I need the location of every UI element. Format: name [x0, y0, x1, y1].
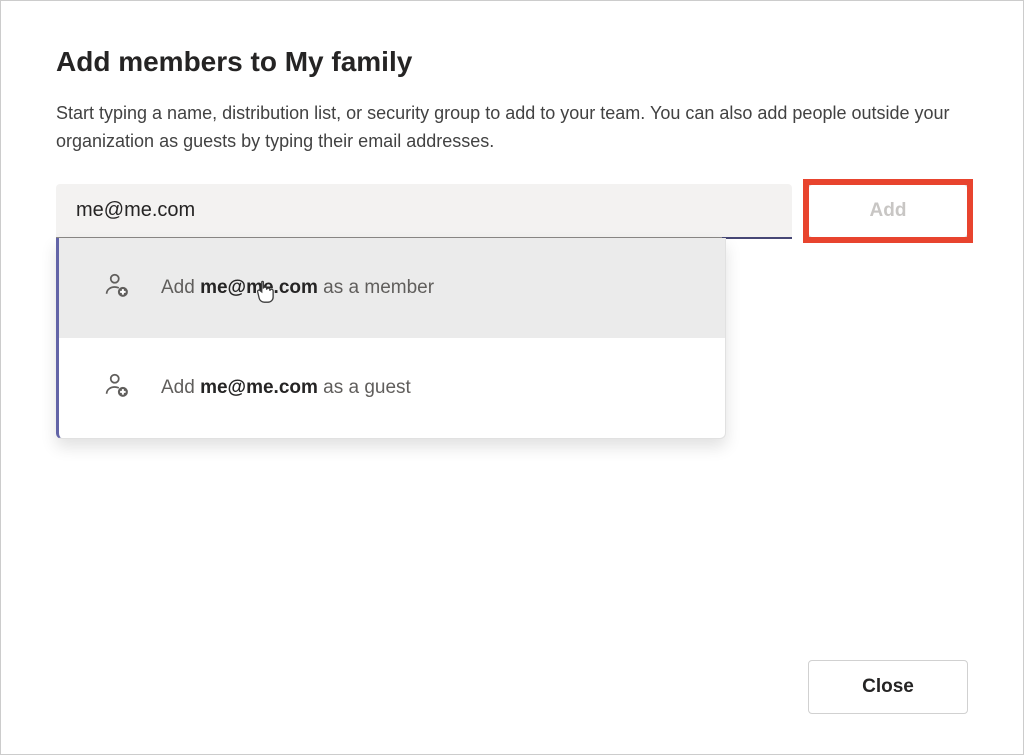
suggestion-suffix: as a member — [318, 277, 434, 298]
input-row: Add me@me.com as a memberAdd me@me.com a… — [56, 184, 968, 238]
member-search-input[interactable] — [56, 184, 792, 238]
person-add-icon — [101, 270, 131, 300]
suggestion-email: me@me.com — [200, 377, 318, 398]
input-focus-underline — [722, 237, 792, 239]
add-button-wrapper: Add — [808, 184, 968, 238]
dialog-description: Start typing a name, distribution list, … — [56, 100, 968, 156]
search-input-wrapper: Add me@me.com as a memberAdd me@me.com a… — [56, 184, 792, 238]
dialog-footer: Close — [808, 660, 968, 714]
suggestion-suffix: as a guest — [318, 377, 411, 398]
suggestion-text: Add me@me.com as a guest — [161, 377, 411, 399]
suggestion-email: me@me.com — [200, 277, 318, 298]
suggestions-dropdown: Add me@me.com as a memberAdd me@me.com a… — [56, 238, 726, 439]
suggestion-text: Add me@me.com as a member — [161, 277, 434, 299]
suggestion-item-guest[interactable]: Add me@me.com as a guest — [59, 338, 725, 438]
person-add-icon — [101, 370, 131, 400]
add-members-dialog: Add members to My family Start typing a … — [1, 1, 1023, 268]
person-add-icon — [101, 370, 131, 405]
person-add-icon — [101, 270, 131, 305]
dialog-title: Add members to My family — [56, 46, 968, 78]
suggestion-item-member[interactable]: Add me@me.com as a member — [59, 238, 725, 338]
suggestion-prefix: Add — [161, 377, 200, 398]
close-button[interactable]: Close — [808, 660, 968, 714]
add-button[interactable]: Add — [808, 184, 968, 238]
suggestion-prefix: Add — [161, 277, 200, 298]
